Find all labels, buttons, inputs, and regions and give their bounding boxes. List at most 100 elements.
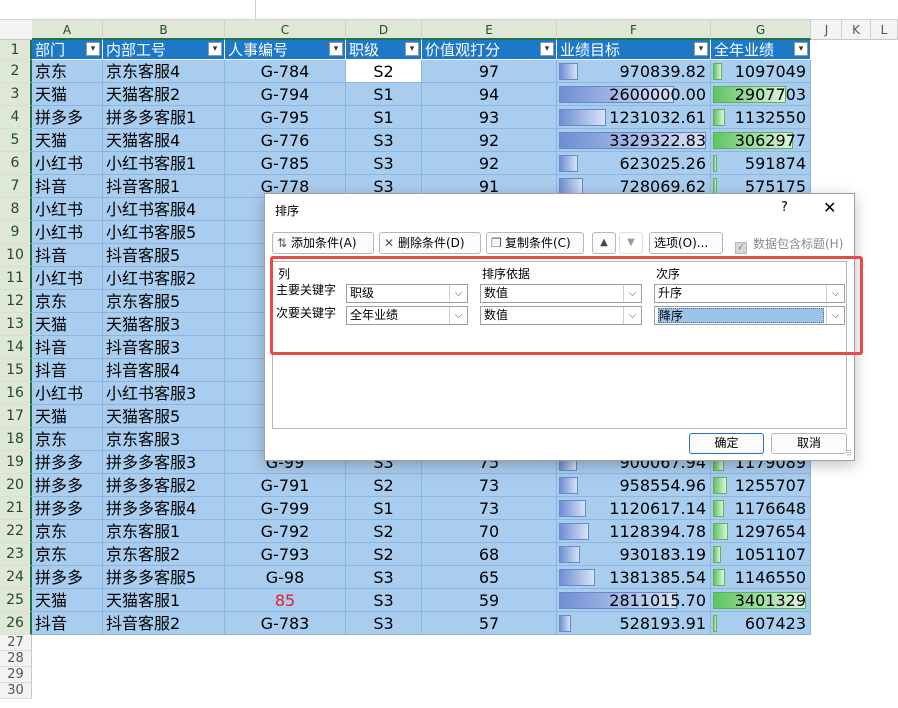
column-header-d[interactable]: D bbox=[346, 20, 422, 40]
table-cell-score[interactable]: 73 bbox=[422, 497, 557, 520]
table-cell-emp[interactable]: G-791 bbox=[225, 474, 346, 497]
table-cell-target[interactable]: 1231032.61 bbox=[557, 106, 711, 129]
row-header-15[interactable]: 15 bbox=[0, 359, 32, 382]
row-header-19[interactable]: 19 bbox=[0, 451, 32, 474]
row-header-6[interactable]: 6 bbox=[0, 152, 32, 175]
filter-dropdown-icon[interactable]: ▾ bbox=[86, 42, 100, 56]
table-cell-dept[interactable]: 抖音 bbox=[32, 359, 103, 382]
table-cell-dept[interactable]: 拼多多 bbox=[32, 566, 103, 589]
table-cell-total[interactable]: 3062977 bbox=[711, 129, 811, 152]
table-cell-total[interactable]: 1297654 bbox=[711, 520, 811, 543]
row-header-21[interactable]: 21 bbox=[0, 497, 32, 520]
table-cell-target[interactable]: 2600000.00 bbox=[557, 83, 711, 106]
close-icon[interactable]: ✕ bbox=[823, 198, 836, 217]
table-cell-grade[interactable]: S1 bbox=[346, 83, 422, 106]
row-header-4[interactable]: 4 bbox=[0, 106, 32, 129]
table-cell-staff[interactable]: 小红书客服2 bbox=[103, 267, 225, 290]
row-header-2[interactable]: 2 bbox=[0, 60, 32, 83]
table-cell-score[interactable]: 92 bbox=[422, 152, 557, 175]
cancel-button[interactable]: 取消 bbox=[771, 433, 847, 454]
row-header-16[interactable]: 16 bbox=[0, 382, 32, 405]
table-cell-staff[interactable]: 抖音客服1 bbox=[103, 175, 225, 198]
table-cell-dept[interactable]: 天猫 bbox=[32, 129, 103, 152]
table-cell-target[interactable]: 930183.19 bbox=[557, 543, 711, 566]
table-cell-total[interactable]: 1097049 bbox=[711, 60, 811, 83]
table-cell-dept[interactable]: 拼多多 bbox=[32, 106, 103, 129]
move-down-button[interactable]: ▼ bbox=[619, 232, 643, 254]
delete-condition-button[interactable]: ✕ 删除条件(D) bbox=[379, 232, 481, 254]
table-cell-total[interactable]: 607423 bbox=[711, 612, 811, 635]
row-header-3[interactable]: 3 bbox=[0, 83, 32, 106]
row-header-22[interactable]: 22 bbox=[0, 520, 32, 543]
filter-dropdown-icon[interactable]: ▾ bbox=[329, 42, 343, 56]
table-cell-target[interactable]: 1128394.78 bbox=[557, 520, 711, 543]
table-cell-dept[interactable]: 拼多多 bbox=[32, 474, 103, 497]
table-cell-score[interactable]: 73 bbox=[422, 474, 557, 497]
table-cell-dept[interactable]: 抖音 bbox=[32, 336, 103, 359]
table-cell-staff[interactable]: 小红书客服3 bbox=[103, 382, 225, 405]
table-cell-target[interactable]: 623025.26 bbox=[557, 152, 711, 175]
table-cell-dept[interactable]: 拼多多 bbox=[32, 497, 103, 520]
table-cell-grade[interactable]: S2 bbox=[346, 60, 422, 83]
row-header-14[interactable]: 14 bbox=[0, 336, 32, 359]
table-cell-dept[interactable]: 京东 bbox=[32, 428, 103, 451]
row-header-27[interactable]: 27 bbox=[0, 635, 32, 651]
table-cell-staff[interactable]: 天猫客服5 bbox=[103, 405, 225, 428]
table-cell-dept[interactable]: 抖音 bbox=[32, 244, 103, 267]
table-cell-dept[interactable]: 天猫 bbox=[32, 589, 103, 612]
table-cell-target[interactable]: 3329322.83 bbox=[557, 129, 711, 152]
table-header-cell[interactable]: 人事编号 ▾ bbox=[225, 40, 346, 60]
table-cell-emp[interactable]: 85 bbox=[225, 589, 346, 612]
row-header-24[interactable]: 24 bbox=[0, 566, 32, 589]
table-cell-target[interactable]: 2811015.70 bbox=[557, 589, 711, 612]
table-cell-dept[interactable]: 抖音 bbox=[32, 612, 103, 635]
row-header-9[interactable]: 9 bbox=[0, 221, 32, 244]
column-header-j[interactable]: J bbox=[812, 20, 842, 40]
has-header-toggle[interactable]: ✓ 数据包含标题(H) bbox=[735, 235, 843, 254]
table-cell-emp[interactable]: G-794 bbox=[225, 83, 346, 106]
table-cell-total[interactable]: 1051107 bbox=[711, 543, 811, 566]
table-cell-staff[interactable]: 拼多多客服2 bbox=[103, 474, 225, 497]
table-cell-score[interactable]: 93 bbox=[422, 106, 557, 129]
table-cell-dept[interactable]: 小红书 bbox=[32, 221, 103, 244]
table-cell-staff[interactable]: 京东客服1 bbox=[103, 520, 225, 543]
table-cell-dept[interactable]: 京东 bbox=[32, 60, 103, 83]
table-cell-emp[interactable]: G-795 bbox=[225, 106, 346, 129]
row-header-23[interactable]: 23 bbox=[0, 543, 32, 566]
table-cell-staff[interactable]: 天猫客服2 bbox=[103, 83, 225, 106]
table-cell-dept[interactable]: 小红书 bbox=[32, 267, 103, 290]
table-cell-staff[interactable]: 京东客服5 bbox=[103, 290, 225, 313]
filter-dropdown-icon[interactable]: ▾ bbox=[208, 42, 222, 56]
resize-grip-icon[interactable]: ⠿ bbox=[846, 449, 852, 458]
table-cell-emp[interactable]: G-793 bbox=[225, 543, 346, 566]
table-cell-staff[interactable]: 抖音客服5 bbox=[103, 244, 225, 267]
table-cell-dept[interactable]: 小红书 bbox=[32, 152, 103, 175]
table-cell-staff[interactable]: 天猫客服1 bbox=[103, 589, 225, 612]
table-cell-target[interactable]: 1381385.54 bbox=[557, 566, 711, 589]
column-header-a[interactable]: A bbox=[32, 20, 103, 40]
table-cell-grade[interactable]: S3 bbox=[346, 129, 422, 152]
table-cell-staff[interactable]: 京东客服4 bbox=[103, 60, 225, 83]
table-cell-emp[interactable]: G-792 bbox=[225, 520, 346, 543]
table-cell-grade[interactable]: S3 bbox=[346, 589, 422, 612]
table-cell-grade[interactable]: S1 bbox=[346, 106, 422, 129]
row-header-29[interactable]: 29 bbox=[0, 667, 32, 683]
ok-button[interactable]: 确定 bbox=[689, 433, 764, 454]
table-cell-score[interactable]: 94 bbox=[422, 83, 557, 106]
column-header-c[interactable]: C bbox=[225, 20, 346, 40]
table-cell-dept[interactable]: 京东 bbox=[32, 290, 103, 313]
filter-dropdown-icon[interactable]: ▾ bbox=[405, 42, 419, 56]
table-cell-emp[interactable]: G-784 bbox=[225, 60, 346, 83]
table-cell-total[interactable]: 591874 bbox=[711, 152, 811, 175]
table-cell-grade[interactable]: S2 bbox=[346, 474, 422, 497]
table-cell-total[interactable]: 1146550 bbox=[711, 566, 811, 589]
table-cell-target[interactable]: 528193.91 bbox=[557, 612, 711, 635]
table-cell-dept[interactable]: 天猫 bbox=[32, 313, 103, 336]
table-cell-total[interactable]: 3401329 bbox=[711, 589, 811, 612]
add-condition-button[interactable]: ⇅ 添加条件(A) bbox=[272, 232, 374, 254]
column-header-e[interactable]: E bbox=[422, 20, 557, 40]
row-header-26[interactable]: 26 bbox=[0, 612, 32, 635]
table-cell-staff[interactable]: 抖音客服3 bbox=[103, 336, 225, 359]
row-header-25[interactable]: 25 bbox=[0, 589, 32, 612]
table-cell-staff[interactable]: 小红书客服5 bbox=[103, 221, 225, 244]
